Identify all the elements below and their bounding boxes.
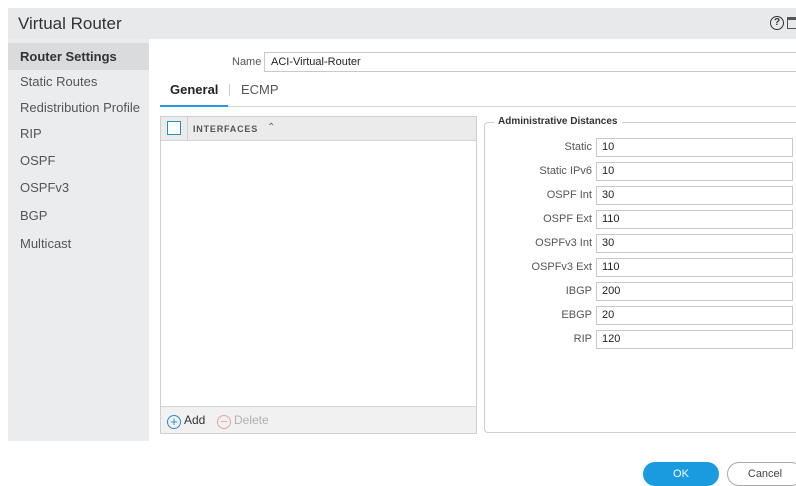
ospfv3-int-label: OSPFv3 Int [535, 237, 592, 249]
interfaces-table: INTERFACES ⌃ + Add − Delete [160, 116, 477, 434]
add-button[interactable]: + Add [167, 412, 205, 429]
ok-button[interactable]: OK [643, 462, 719, 486]
select-all-checkbox[interactable] [167, 121, 181, 135]
static-ipv6-label: Static IPv6 [539, 165, 592, 177]
rip-input[interactable]: 120 [596, 330, 793, 349]
ebgp-label: EBGP [561, 309, 592, 321]
tab-bar: General ECMP [160, 83, 796, 107]
ibgp-input[interactable]: 200 [596, 282, 793, 301]
add-button-label: Add [184, 413, 206, 427]
help-icon[interactable]: ? [770, 16, 784, 30]
ospf-int-label: OSPF Int [546, 189, 592, 201]
static-ipv6-input[interactable]: 10 [596, 162, 793, 181]
interfaces-table-header: INTERFACES ⌃ [161, 117, 476, 141]
minus-circle-icon: − [217, 415, 231, 429]
ospf-ext-input[interactable]: 110 [596, 210, 793, 229]
name-input[interactable]: ACI-Virtual-Router [264, 52, 796, 72]
dialog-titlebar: Virtual Router ? [8, 8, 796, 39]
interfaces-column-header[interactable]: INTERFACES [193, 124, 258, 134]
column-divider [187, 117, 188, 141]
ebgp-input[interactable]: 20 [596, 306, 793, 325]
sidebar-item-static-routes[interactable]: Static Routes [8, 68, 149, 95]
chevron-up-icon[interactable]: ⌃ [267, 122, 275, 133]
admin-distances-title: Administrative Distances [494, 116, 622, 127]
sidebar-item-rip[interactable]: RIP [8, 120, 149, 147]
static-input[interactable]: 10 [596, 138, 793, 157]
ospf-int-input[interactable]: 30 [596, 186, 793, 205]
sidebar-item-multicast[interactable]: Multicast [8, 230, 149, 257]
tab-ecmp[interactable]: ECMP [241, 83, 279, 107]
sidebar-item-bgp[interactable]: BGP [8, 202, 149, 229]
delete-button-label: Delete [234, 413, 269, 427]
sidebar-item-router-settings[interactable]: Router Settings [8, 43, 149, 70]
delete-button[interactable]: − Delete [217, 412, 269, 429]
maximize-icon[interactable] [787, 17, 796, 29]
sidebar-item-redistribution-profile[interactable]: Redistribution Profile [8, 94, 149, 121]
ibgp-label: IBGP [565, 285, 592, 297]
cancel-button[interactable]: Cancel [727, 462, 796, 486]
ospfv3-ext-input[interactable]: 110 [596, 258, 793, 277]
static-label: Static [564, 141, 592, 153]
sidebar-item-ospfv3[interactable]: OSPFv3 [8, 174, 149, 201]
ospf-ext-label: OSPF Ext [543, 213, 592, 225]
sidebar-item-ospf[interactable]: OSPF [8, 147, 149, 174]
interfaces-table-footer: + Add − Delete [161, 406, 476, 433]
tab-divider [229, 84, 230, 96]
name-label: Name [232, 56, 262, 68]
tab-general[interactable]: General [160, 83, 228, 107]
plus-circle-icon: + [167, 415, 181, 429]
rip-label: RIP [573, 333, 592, 345]
ospfv3-int-input[interactable]: 30 [596, 234, 793, 253]
sidebar: Router Settings Static Routes Redistribu… [8, 39, 149, 441]
dialog-title: Virtual Router [18, 14, 122, 33]
ospfv3-ext-label: OSPFv3 Ext [531, 261, 592, 273]
